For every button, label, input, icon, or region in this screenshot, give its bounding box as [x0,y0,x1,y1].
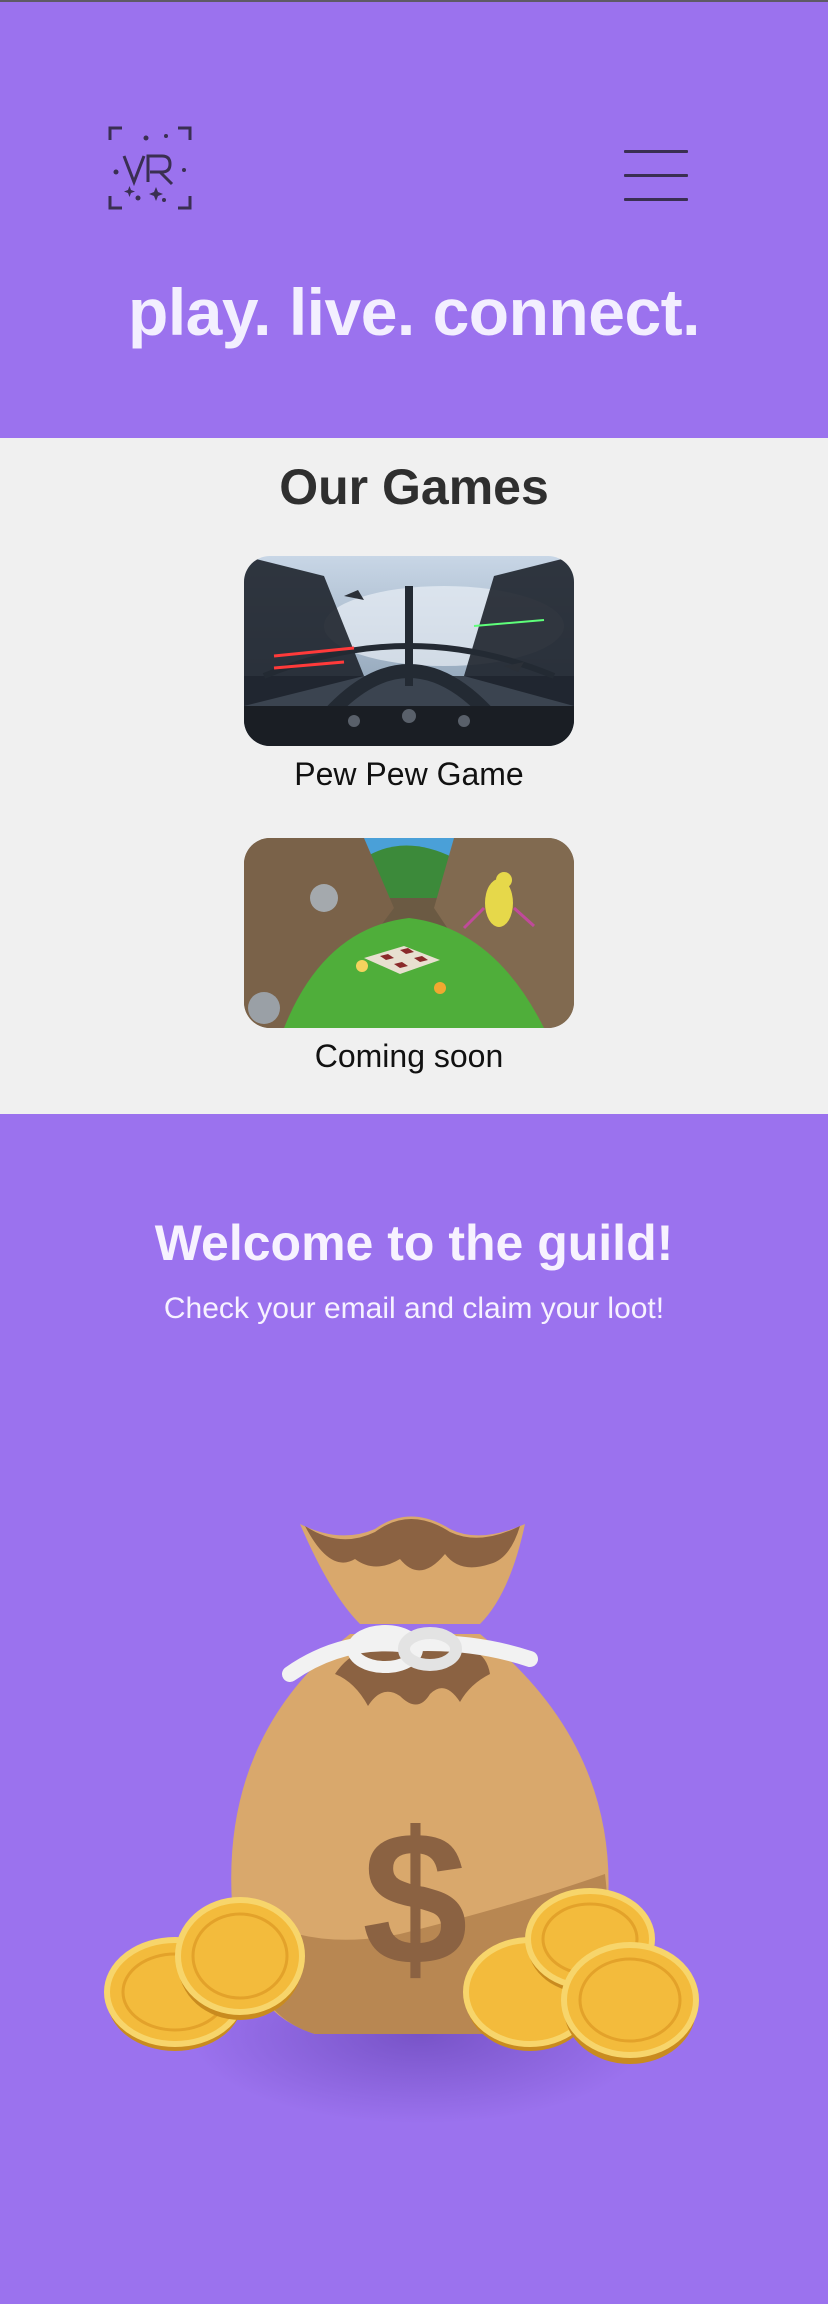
games-heading: Our Games [279,459,549,515]
menu-line [624,198,688,201]
welcome-subtitle: Check your email and claim your loot! [163,1292,665,1325]
game-title[interactable]: Pew Pew Game [244,756,574,793]
hero-tagline: play. live. connect. [128,275,700,349]
game-card[interactable]: Coming soon [244,838,574,1075]
hamburger-menu-icon [624,150,688,153]
vr-logo-icon[interactable] [108,126,192,210]
money-bag-with-coins-image: $ [104,1516,699,2124]
games-section: Our Games Pew Pew Game Coming soon [0,438,828,1114]
welcome-section: Welcome to the guild! Check your email a… [0,1114,828,2304]
hero-section: play. live. connect. [0,2,828,438]
forest-canyon-image[interactable] [244,838,574,1028]
menu-line [624,174,688,177]
game-title[interactable]: Coming soon [244,1038,574,1075]
space-cockpit-image[interactable] [244,556,574,746]
menu-button[interactable] [618,144,690,204]
svg-text:$: $ [362,1793,468,2005]
welcome-heading: Welcome to the guild! [154,1215,674,1271]
game-card[interactable]: Pew Pew Game [244,556,574,793]
